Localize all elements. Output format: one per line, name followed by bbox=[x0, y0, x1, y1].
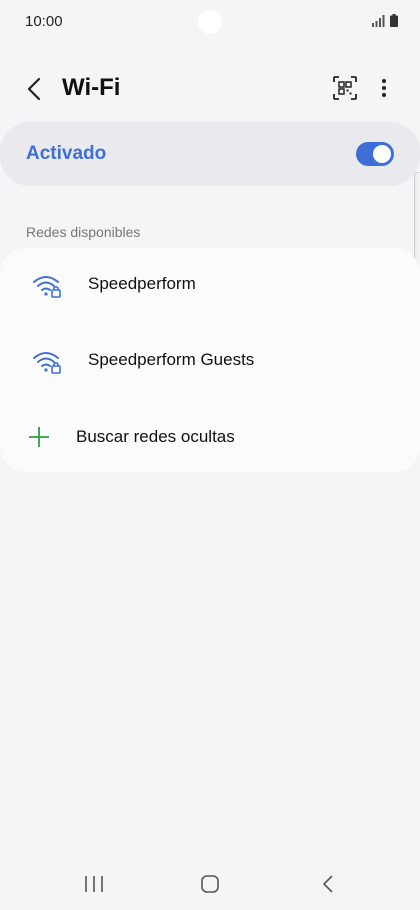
system-nav-bar bbox=[0, 860, 420, 910]
wifi-toggle-label: Activado bbox=[26, 143, 107, 164]
qr-code-icon bbox=[333, 76, 357, 100]
plus-icon bbox=[29, 427, 49, 447]
app-bar: Wi-Fi bbox=[0, 62, 420, 114]
switch-knob bbox=[373, 145, 391, 163]
page-title: Wi-Fi bbox=[62, 74, 121, 101]
network-name: Speedperform Guests bbox=[88, 350, 255, 369]
camera-cutout bbox=[198, 10, 222, 34]
network-item[interactable]: Speedperform bbox=[0, 248, 420, 324]
more-options-button[interactable] bbox=[374, 74, 394, 102]
back-icon[interactable] bbox=[320, 874, 336, 894]
battery-icon bbox=[390, 14, 398, 27]
back-arrow-icon bbox=[27, 77, 41, 101]
available-networks-list: Speedperform Speedperform Guests Buscar … bbox=[0, 248, 420, 472]
status-bar: 10:00 bbox=[0, 0, 420, 44]
more-vert-icon bbox=[382, 79, 386, 97]
signal-icon bbox=[372, 14, 385, 27]
status-time: 10:00 bbox=[25, 13, 63, 30]
add-hidden-network-item[interactable]: Buscar redes ocultas bbox=[0, 400, 420, 472]
back-button[interactable] bbox=[20, 74, 50, 104]
wifi-switch[interactable] bbox=[356, 142, 394, 166]
wifi-lock-icon bbox=[33, 352, 61, 374]
add-hidden-network-label: Buscar redes ocultas bbox=[76, 427, 235, 446]
wifi-lock-icon bbox=[33, 276, 61, 298]
network-item[interactable]: Speedperform Guests bbox=[0, 324, 420, 400]
qr-code-button[interactable] bbox=[331, 74, 359, 102]
recent-apps-icon[interactable] bbox=[82, 874, 106, 894]
wifi-master-toggle-row[interactable]: Activado bbox=[0, 122, 420, 186]
network-name: Speedperform bbox=[88, 274, 196, 293]
home-icon[interactable] bbox=[200, 874, 220, 894]
status-icons bbox=[372, 14, 398, 27]
section-header-available-networks: Redes disponibles bbox=[26, 224, 141, 240]
